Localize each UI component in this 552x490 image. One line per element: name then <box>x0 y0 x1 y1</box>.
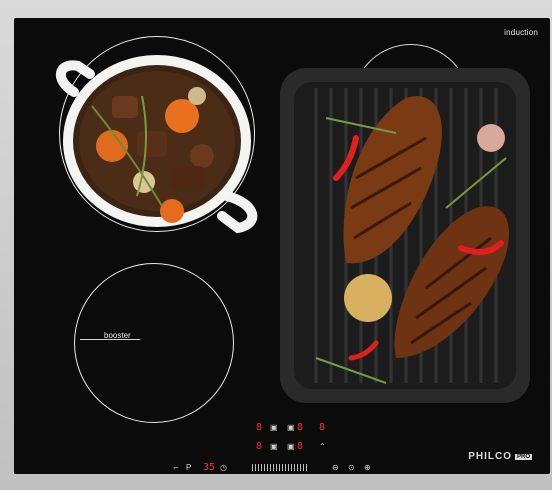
zone5-mode-icon[interactable]: ▣ <box>287 443 295 451</box>
casserole-pot <box>56 55 258 234</box>
timer-display: 35 <box>203 462 216 473</box>
philco-logo: PHILCO PRO <box>468 451 532 462</box>
boost-icon[interactable]: P <box>186 464 191 472</box>
philco-logo-badge: PRO <box>514 454 532 460</box>
zone1-display: 8 <box>256 422 263 433</box>
minus-icon[interactable]: ⊖ <box>332 464 339 472</box>
chevron-updown-icon[interactable]: ⌃ <box>319 443 326 451</box>
zone-bottom-left <box>74 263 234 423</box>
plus-icon[interactable]: ⊕ <box>364 464 371 472</box>
induction-label: induction <box>504 28 538 37</box>
power-slider[interactable] <box>252 464 307 471</box>
philco-logo-text: PHILCO <box>468 451 512 462</box>
zone2-display: 8 <box>297 422 304 433</box>
timer-icon[interactable]: ◷ <box>220 464 227 472</box>
zone5-display: 8 <box>297 441 304 452</box>
zone4-mode-icon[interactable]: ▣ <box>270 443 278 451</box>
zone4-display: 8 <box>256 441 263 452</box>
zone2-mode-icon[interactable]: ▣ <box>287 424 295 432</box>
zone1-mode-icon[interactable]: ▣ <box>270 424 278 432</box>
lock-icon[interactable]: ⌐ <box>174 464 179 472</box>
induction-hob-glass: induction booster 8 ▣ 8 ▣ 8 8 ▣ 8 ▣ ⌃ ⌐ … <box>14 18 550 474</box>
grill-pan <box>280 68 530 403</box>
zone3-display: 8 <box>319 422 326 433</box>
power-icon[interactable]: ⊙ <box>348 464 355 472</box>
booster-label: booster <box>104 331 131 340</box>
